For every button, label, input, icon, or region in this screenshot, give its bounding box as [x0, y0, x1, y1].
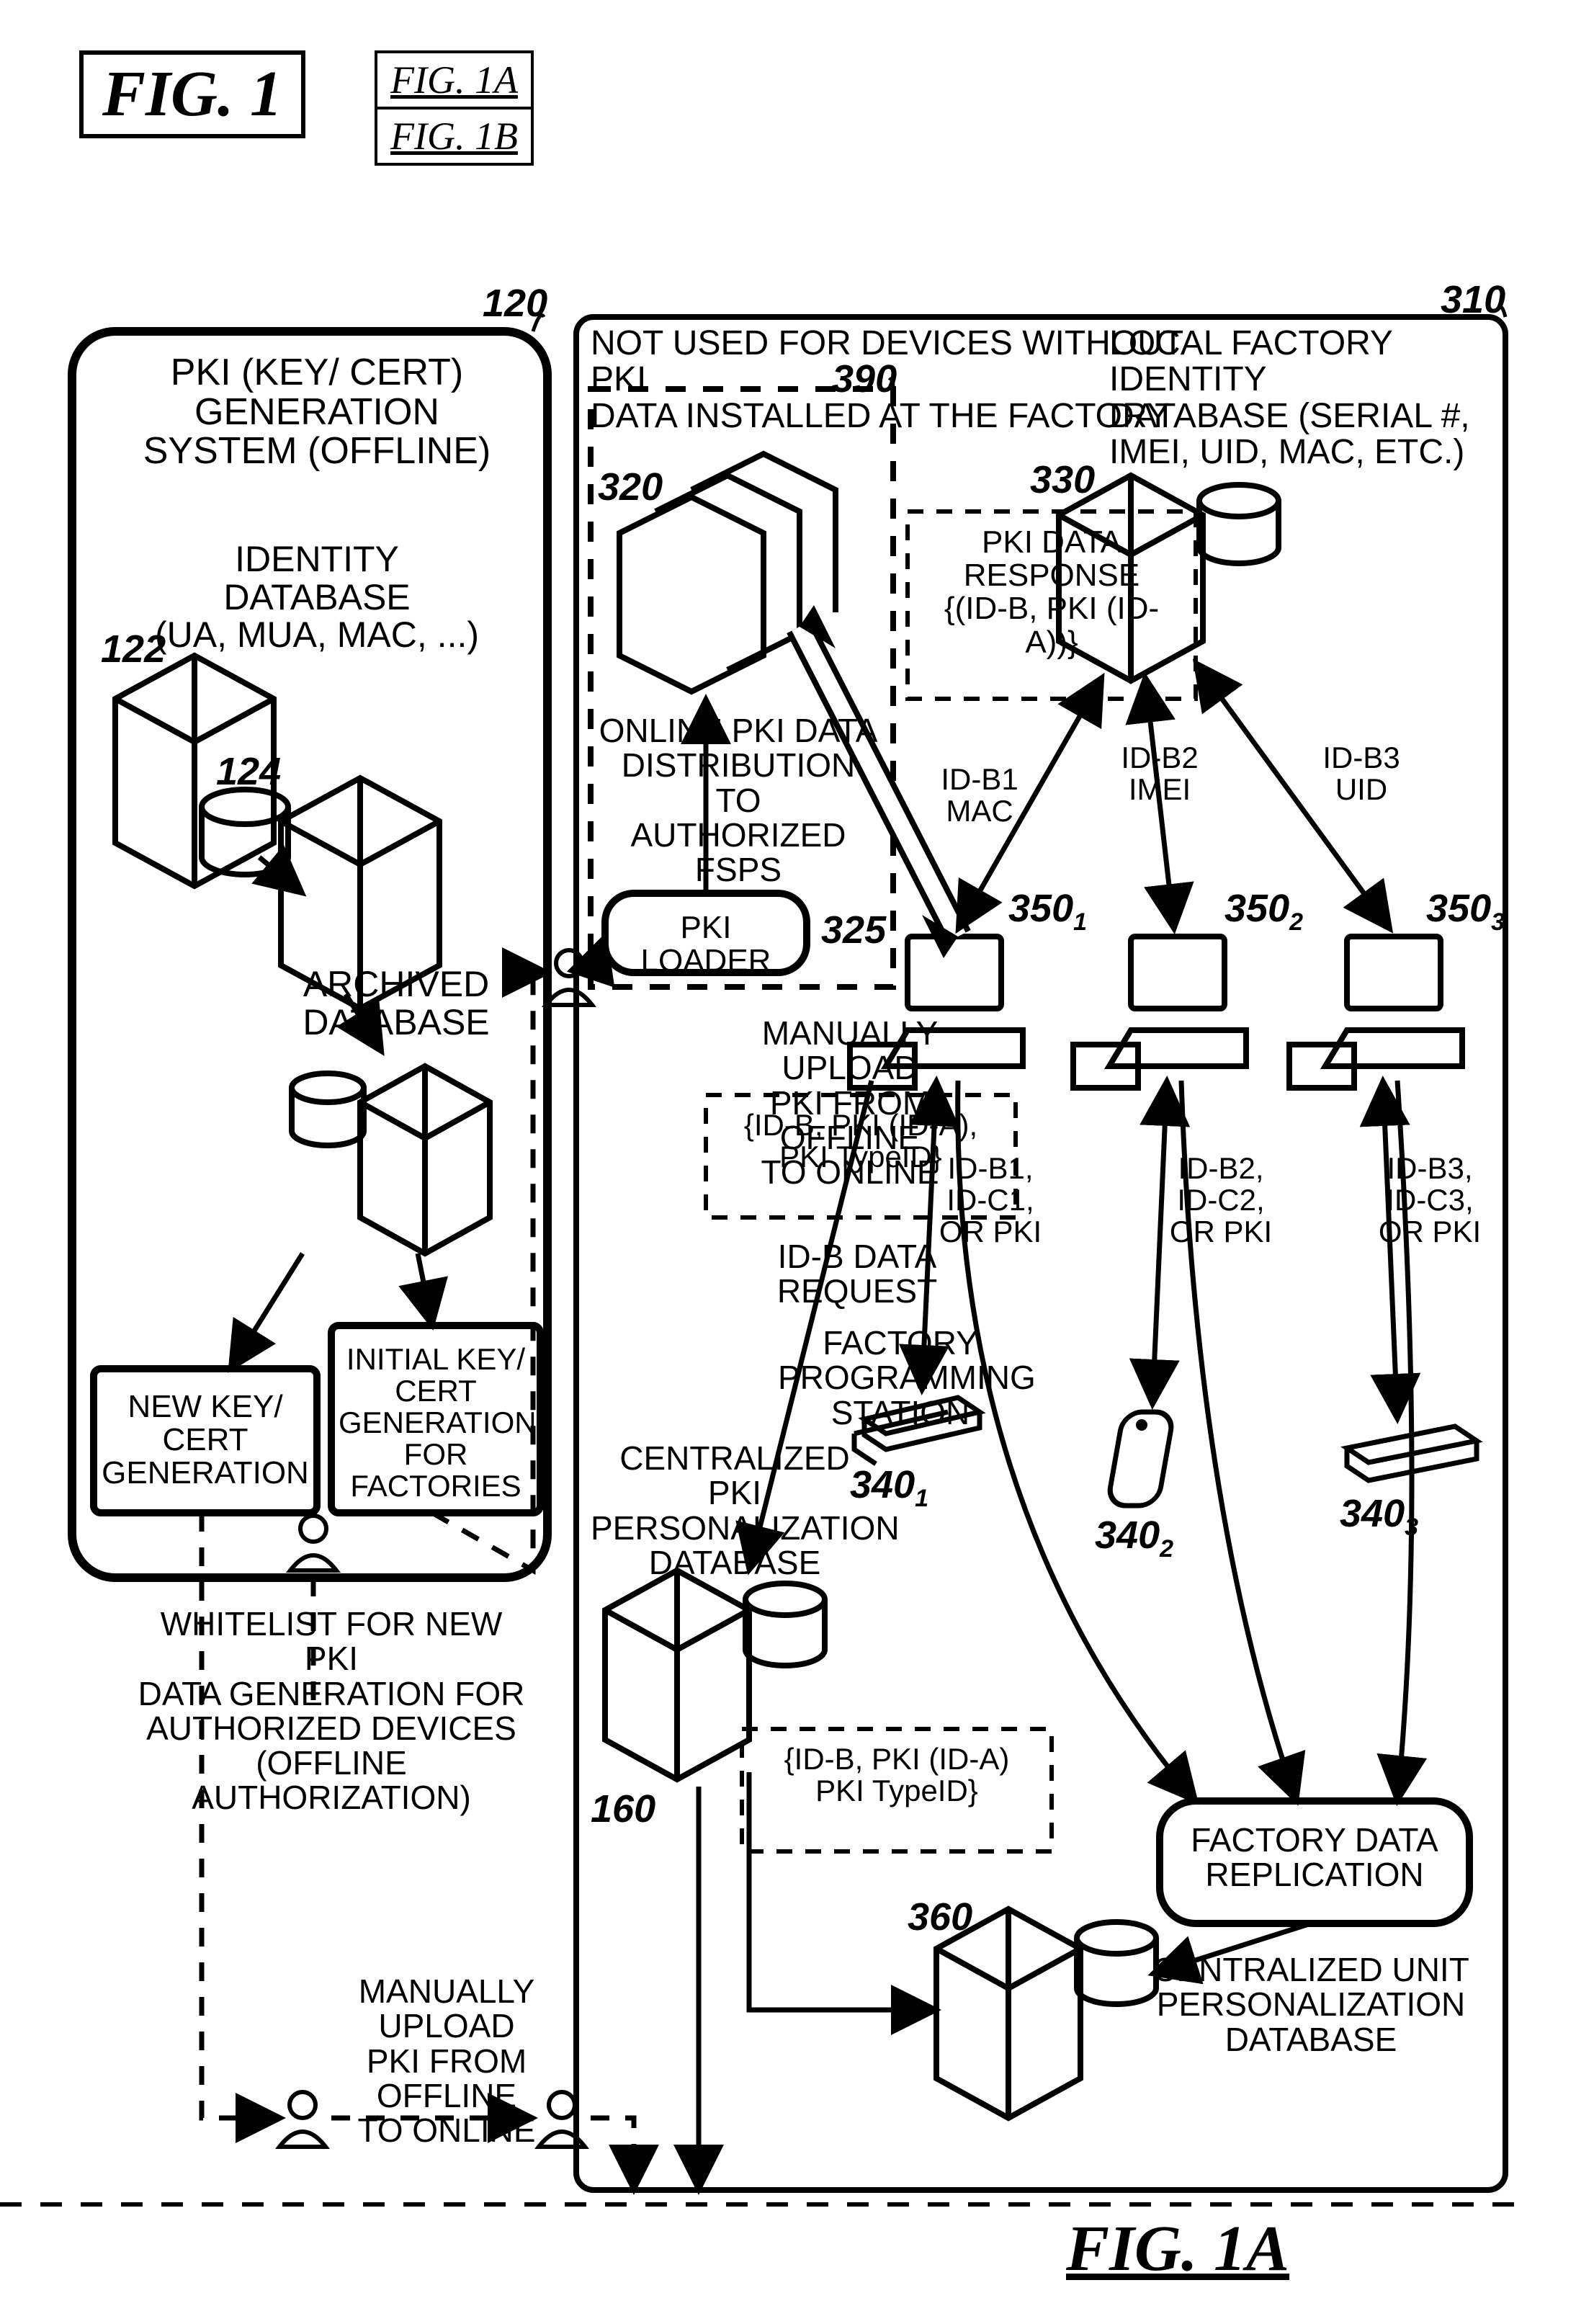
ref-122: 122	[101, 627, 166, 671]
ref-360: 360	[908, 1895, 972, 1939]
figure-main-title: FIG. 1	[79, 50, 305, 138]
ref-310: 310	[1441, 277, 1505, 322]
ref-340-2: 3402	[1095, 1513, 1173, 1563]
label-id-tuple3: ID-B3, ID-C3, OR PKI	[1376, 1153, 1484, 1248]
label-factory-station: FACTORY PROGRAMMING STATION	[778, 1326, 1023, 1430]
ref-330: 330	[1030, 457, 1095, 502]
diagram-root: PKI (KEY/ CERT) GENERATION SYSTEM (OFFLI…	[72, 288, 1522, 2233]
label-id-b-request: ID-B DATA REQUEST	[764, 1239, 951, 1309]
label-new-key-gen: NEW KEY/ CERT GENERATION	[101, 1390, 310, 1491]
ref-350-2: 3502	[1224, 886, 1303, 937]
label-pki-gen-title: PKI (KEY/ CERT) GENERATION SYSTEM (OFFLI…	[101, 353, 533, 471]
ref-120: 120	[483, 281, 547, 326]
figure-sub-1a: FIG. 1A	[376, 52, 532, 108]
label-initial-key-gen: INITIAL KEY/ CERT GENERATION FOR FACTORI…	[339, 1344, 533, 1502]
label-whitelist: WHITELIST FOR NEW PKI DATA GENERATION FO…	[137, 1606, 526, 1815]
ref-320: 320	[598, 465, 663, 509]
label-id-tuple2: ID-B2, ID-C2, OR PKI	[1167, 1153, 1275, 1248]
ref-124: 124	[216, 749, 281, 794]
figure-sub-1b: FIG. 1B	[376, 108, 532, 164]
label-idb3-uid: ID-B3 UID	[1311, 742, 1412, 805]
label-idb2-imei: ID-B2 IMEI	[1109, 742, 1210, 805]
ref-350-1: 3501	[1008, 886, 1087, 937]
ref-340-1: 3401	[850, 1462, 928, 1513]
ref-325: 325	[821, 908, 886, 952]
label-pki-loader: PKI LOADER	[619, 911, 792, 978]
label-pki-data-response: PKI DATA RESPONSE {(ID-B, PKI (ID-A))}	[918, 526, 1185, 659]
label-factory-replication: FACTORY DATA REPLICATION	[1174, 1823, 1455, 1892]
label-online-pki: ONLINE PKI DATA DISTRIBUTION TO AUTHORIZ…	[598, 713, 879, 887]
figure-subfig-table: FIG. 1A FIG. 1B	[375, 50, 534, 166]
label-tuple-mid: {ID-B, PKI (ID-A), PKI TypeID}	[717, 1109, 1005, 1173]
label-manual-upload-left: MANUALLY UPLOAD PKI FROM OFFLINE TO ONLI…	[295, 1974, 598, 2148]
label-local-factory-db: LOCAL FACTORY IDENTITY DATABASE (SERIAL …	[1109, 326, 1498, 471]
ref-390: 390	[832, 357, 897, 401]
label-archived-db: ARCHIVED DATABASE	[295, 965, 497, 1041]
label-centralized-pki-db: CENTRALIZED PKI PERSONALIZATION DATABASE	[591, 1441, 879, 1580]
label-tuple-bottom: {ID-B, PKI (ID-A) PKI TypeID}	[753, 1743, 1041, 1807]
ref-160: 160	[591, 1787, 655, 1831]
ref-340-3: 3403	[1340, 1491, 1418, 1542]
label-identity-db: IDENTITY DATABASE (UA, MUA, MAC, ...)	[137, 540, 497, 654]
label-idb1-mac: ID-B1 MAC	[929, 764, 1030, 827]
label-central-unit-db: CENTRALIZED UNIT PERSONALIZATION DATABAS…	[1152, 1952, 1469, 2057]
ref-350-3: 3503	[1426, 886, 1505, 937]
